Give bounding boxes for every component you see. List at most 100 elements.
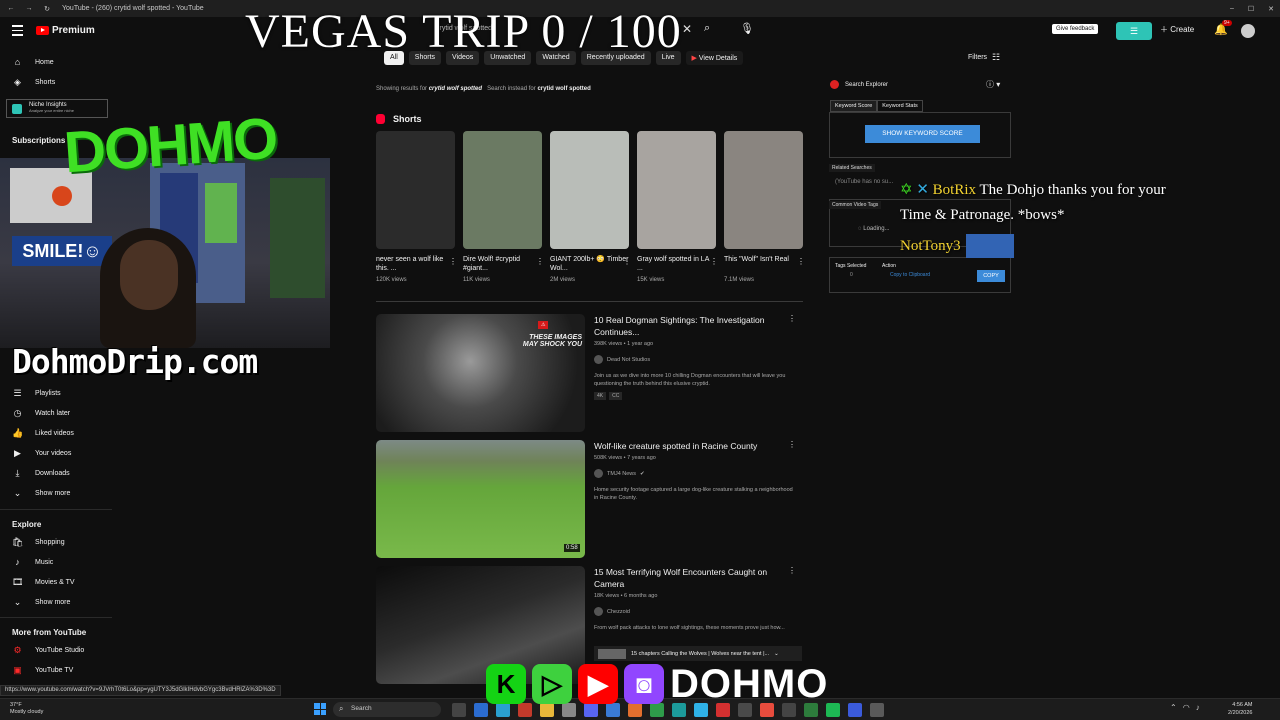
- chapter-thumbnail: [598, 648, 626, 659]
- reload-icon[interactable]: ↻: [42, 5, 52, 13]
- youtube-play-icon: [36, 26, 49, 35]
- forward-icon[interactable]: →: [24, 5, 34, 13]
- menu-icon[interactable]: [12, 25, 23, 39]
- short-thumbnail[interactable]: [550, 131, 629, 249]
- sidebar-item-show-more[interactable]: ⌄ Show more: [12, 487, 71, 499]
- sidebar-item-youtube-studio[interactable]: ⚙ YouTube Studio: [12, 644, 84, 656]
- short-item[interactable]: never seen a wolf like this. ... 120K vie…: [376, 131, 457, 283]
- channel-row[interactable]: Dead Not Studios: [594, 355, 794, 364]
- channel-name[interactable]: Chezzoid: [607, 609, 630, 615]
- help-icon[interactable]: ⓘ ▾: [986, 79, 1000, 90]
- sidebar-item-shorts[interactable]: ◈ Shorts: [12, 76, 55, 88]
- sidebar-item-show-more-explore[interactable]: ⌄ Show more: [12, 596, 71, 608]
- avatar[interactable]: [1241, 24, 1255, 38]
- short-thumbnail[interactable]: [463, 131, 542, 249]
- video-thumbnail[interactable]: 0:58: [376, 440, 585, 558]
- weather-widget[interactable]: 37°F Mostly cloudy: [10, 702, 43, 716]
- sidebar-item-shopping[interactable]: 🛍 Shopping: [12, 536, 65, 548]
- chevron-up-icon[interactable]: ⌃: [1170, 703, 1177, 712]
- close-window-icon[interactable]: ✕: [1268, 5, 1274, 13]
- taskbar-search[interactable]: ⌕ Search: [333, 702, 441, 717]
- channel-row[interactable]: Chezzoid: [594, 607, 794, 616]
- filters-icon[interactable]: ☷: [992, 52, 1000, 63]
- video-thumbnail[interactable]: ⚠ THESE IMAGES MAY SHOCK YOU: [376, 314, 585, 432]
- short-thumbnail[interactable]: [376, 131, 455, 249]
- app-icon[interactable]: [870, 703, 884, 717]
- extension-toggle-button[interactable]: ☰: [1116, 22, 1152, 40]
- short-title[interactable]: This "Wolf" Isn't Real: [724, 255, 803, 273]
- more-options-icon[interactable]: ⋮: [788, 440, 796, 449]
- chevron-down-icon: ⌄: [13, 487, 22, 498]
- sidebar-item-movies-tv[interactable]: 🎞 Movies & TV: [12, 576, 75, 588]
- sidebar-item-downloads[interactable]: ⤓ Downloads: [12, 467, 70, 479]
- video-title[interactable]: 15 Most Terrifying Wolf Encounters Caugh…: [594, 566, 794, 590]
- instead-query[interactable]: crytid wolf spotted: [537, 86, 590, 92]
- system-clock[interactable]: 4:56 AM 2/20/2026: [1228, 701, 1252, 717]
- more-options-icon[interactable]: ⋮: [449, 257, 457, 266]
- more-options-icon[interactable]: ⋮: [788, 566, 796, 575]
- more-options-icon[interactable]: ⋮: [536, 257, 544, 266]
- channel-name[interactable]: TMJ4 News: [607, 471, 636, 477]
- video-title[interactable]: Wolf-like creature spotted in Racine Cou…: [594, 440, 794, 452]
- view-details-button[interactable]: ▶ View Details: [685, 51, 744, 65]
- short-views: 7.1M views: [724, 277, 755, 283]
- sidebar-item-watch-later[interactable]: ◷ Watch later: [12, 407, 71, 419]
- channel-name[interactable]: Dead Not Studios: [607, 357, 650, 363]
- short-item[interactable]: Dire Wolf! #cryptid #giant... 11K views ⋮: [463, 131, 544, 283]
- sidebar-item-your-videos[interactable]: ▶ Your videos: [12, 447, 71, 459]
- clock-date: 2/20/2026: [1228, 710, 1253, 716]
- short-title[interactable]: Gray wolf spotted in LA ...: [637, 255, 716, 273]
- chat-message: ✡ ✕ BotRix The Dohjo thanks you for your: [900, 180, 1166, 199]
- microphone-icon[interactable]: 🎙: [740, 22, 754, 35]
- sidebar-item-music[interactable]: ♪ Music: [12, 556, 53, 568]
- short-item[interactable]: This "Wolf" Isn't Real 7.1M views ⋮: [724, 131, 805, 283]
- minimize-icon[interactable]: –: [1230, 5, 1234, 12]
- show-keyword-score-button[interactable]: SHOW KEYWORD SCORE: [865, 125, 980, 143]
- create-button[interactable]: ＋ Create: [1160, 24, 1194, 35]
- copy-button[interactable]: COPY: [977, 270, 1005, 282]
- chapters-dropdown[interactable]: 15 chapters Calling the Wolves | Wolves …: [594, 646, 802, 661]
- sidebar-item-playlists[interactable]: ☰ Playlists: [12, 387, 60, 399]
- more-options-icon[interactable]: ⋮: [623, 257, 631, 266]
- volume-icon[interactable]: ♪: [1196, 703, 1200, 712]
- sidebar-item-liked-videos[interactable]: 👍 Liked videos: [12, 427, 74, 439]
- short-title[interactable]: GIANT 200lb+ 😳 Timber Wol...: [550, 255, 629, 273]
- wifi-icon[interactable]: ◠: [1183, 703, 1190, 712]
- maximize-icon[interactable]: ☐: [1248, 5, 1254, 13]
- channel-avatar: [594, 607, 603, 616]
- video-result[interactable]: 0:58 Wolf-like creature spotted in Racin…: [376, 440, 806, 558]
- tab-keyword-stats[interactable]: Keyword Stats: [877, 100, 923, 112]
- search-icon[interactable]: ⌕: [704, 22, 710, 35]
- short-title[interactable]: never seen a wolf like this. ...: [376, 255, 455, 273]
- short-title[interactable]: Dire Wolf! #cryptid #giant...: [463, 255, 542, 273]
- short-item[interactable]: Gray wolf spotted in LA ... 15K views ⋮: [637, 131, 718, 283]
- niche-insights-button[interactable]: Niche Insights Analyze your entire niche: [6, 99, 108, 118]
- more-options-icon[interactable]: ⋮: [788, 314, 796, 323]
- video-title[interactable]: 10 Real Dogman Sightings: The Investigat…: [594, 314, 794, 338]
- youtube-logo[interactable]: Premium: [36, 25, 95, 36]
- filters-button[interactable]: Filters: [968, 54, 987, 61]
- back-icon[interactable]: ←: [6, 5, 16, 13]
- give-feedback-button[interactable]: Give feedback: [1052, 24, 1099, 34]
- webcam-feed: SMILE!☺: [0, 158, 330, 348]
- showing-query[interactable]: crytid wolf spotted: [429, 86, 482, 92]
- short-item[interactable]: GIANT 200lb+ 😳 Timber Wol... 2M views ⋮: [550, 131, 631, 283]
- more-options-icon[interactable]: ⋮: [710, 257, 718, 266]
- short-thumbnail[interactable]: [724, 131, 803, 249]
- clear-search-icon[interactable]: ✕: [682, 22, 692, 36]
- subscriptions-heading[interactable]: Subscriptions: [12, 136, 65, 145]
- sidebar-item-youtube-tv[interactable]: ▣ YouTube TV: [12, 664, 73, 676]
- sidebar-item-home[interactable]: ⌂ Home: [12, 56, 54, 68]
- chat-message-continued: Time & Patronage. *bows*: [900, 207, 1064, 224]
- task-view-icon[interactable]: [452, 703, 466, 717]
- more-options-icon[interactable]: ⋮: [797, 257, 805, 266]
- app-icon[interactable]: [848, 703, 862, 717]
- tab-keyword-score[interactable]: Keyword Score: [830, 100, 878, 112]
- browser-tab-title[interactable]: YouTube - (260) crytid wolf spotted - Yo…: [62, 5, 204, 12]
- channel-row[interactable]: TMJ4 News ✔: [594, 469, 794, 478]
- windows-start-icon[interactable]: [314, 703, 326, 715]
- copy-to-clipboard-select[interactable]: Copy to Clipboard: [890, 272, 930, 278]
- video-result[interactable]: ⚠ THESE IMAGES MAY SHOCK YOU 10 Real Dog…: [376, 314, 806, 432]
- extension-tabs: Keyword Score Keyword Stats: [830, 100, 923, 112]
- short-thumbnail[interactable]: [637, 131, 716, 249]
